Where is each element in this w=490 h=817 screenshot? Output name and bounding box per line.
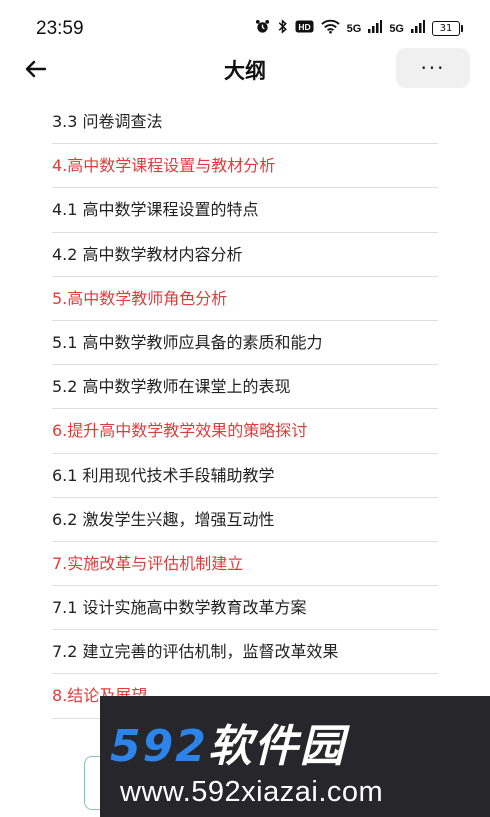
outline-section-item[interactable]: 4.1 高中数学课程设置的特点	[52, 188, 438, 233]
outline-chapter-item[interactable]: 7.实施改革与评估机制建立	[52, 542, 438, 587]
bluetooth-icon	[277, 19, 288, 38]
outline-section-item[interactable]: 7.1 设计实施高中数学教育改革方案	[52, 586, 438, 631]
svg-text:HD: HD	[298, 22, 310, 32]
signal-2-label: 5G	[389, 22, 404, 35]
outline-section-item[interactable]: 4.2 高中数学教材内容分析	[52, 233, 438, 277]
status-bar: 23:59 HD 5G 5G 31	[0, 0, 490, 54]
outline-section-item[interactable]: 5.2 高中数学教师在课堂上的表现	[52, 365, 438, 410]
watermark-logo-number: 592	[110, 721, 208, 772]
outline-section-item[interactable]: 5.1 高中数学教师应具备的素质和能力	[52, 321, 438, 366]
signal-icon	[411, 20, 425, 37]
watermark: 592软件园 www.592xiazai.com	[100, 696, 490, 817]
status-time: 23:59	[36, 18, 84, 39]
watermark-url: www.592xiazai.com	[120, 776, 384, 808]
more-options-button[interactable]: ···	[396, 48, 470, 88]
outline-section-item[interactable]: 7.2 建立完善的评估机制，监督改革效果	[52, 630, 438, 675]
battery-icon: 31	[432, 21, 463, 36]
outline-section-item[interactable]: 6.2 激发学生兴趣，增强互动性	[52, 498, 438, 542]
outline-section-item[interactable]: 3.3 问卷调查法	[52, 100, 438, 145]
outline-chapter-item[interactable]: 4.高中数学课程设置与教材分析	[52, 144, 438, 189]
outline-section-item[interactable]: 6.1 利用现代技术手段辅助教学	[52, 454, 438, 498]
outline-list: 3.3 问卷调查法 4.高中数学课程设置与教材分析 4.1 高中数学课程设置的特点 4…	[52, 100, 438, 719]
outline-chapter-item[interactable]: 6.提升高中数学教学效果的策略探讨	[52, 409, 438, 454]
watermark-logo: 592软件园	[110, 710, 346, 774]
signal-icon	[368, 20, 383, 37]
alarm-icon	[255, 19, 270, 38]
wifi-icon	[320, 19, 340, 38]
signal-1-label: 5G	[346, 22, 362, 35]
status-icons: HD 5G 5G 31	[255, 19, 463, 38]
app-bar: 大纲 ···	[0, 48, 490, 90]
outline-chapter-item[interactable]: 5.高中数学教师角色分析	[52, 277, 438, 321]
hd-icon: HD	[295, 20, 314, 37]
watermark-logo-text: 软件园	[207, 721, 346, 772]
